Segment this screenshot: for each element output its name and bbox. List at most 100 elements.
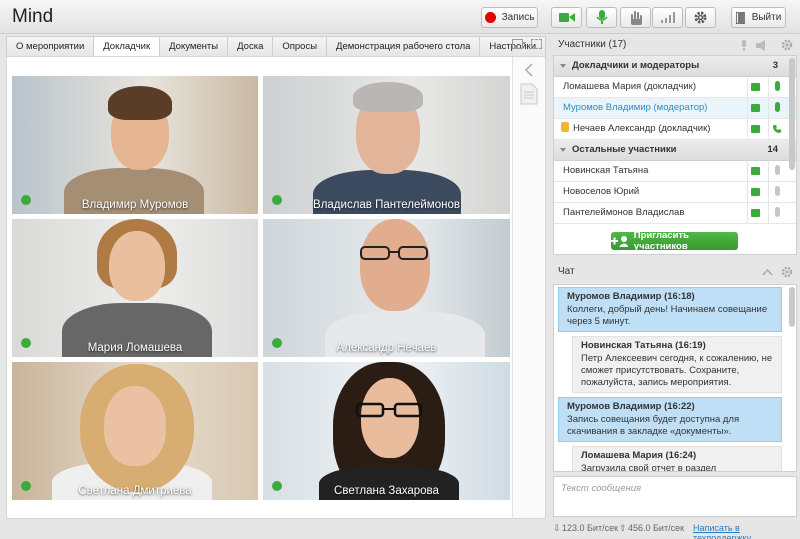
mute-all-microphone-icon[interactable] <box>740 40 748 51</box>
participants-scrollbar[interactable] <box>789 58 795 170</box>
status-bar: ⇩ 123.0 Бит/сек ⇧ 456.0 Бит/сек Написать… <box>0 519 800 539</box>
group-count: 3 <box>772 60 778 71</box>
microphone-muted-icon[interactable] <box>775 165 780 175</box>
settings-button[interactable] <box>685 7 716 28</box>
camera-icon <box>558 13 575 22</box>
chat-message: Муромов Владимир (16:18) Коллеги, добрый… <box>558 287 782 332</box>
group-header-speakers[interactable]: Докладчики и модераторы 3 <box>554 56 796 77</box>
chat-header: Чат <box>552 262 800 282</box>
chevron-up-icon[interactable] <box>762 268 773 276</box>
add-user-icon <box>611 235 628 247</box>
camera-icon[interactable] <box>751 167 760 175</box>
download-speed: 123.0 Бит/сек <box>562 523 619 533</box>
camera-icon[interactable] <box>751 83 760 91</box>
chat-message: Муромов Владимир (16:22) Запись совещани… <box>558 397 782 442</box>
microphone-icon[interactable] <box>775 81 780 91</box>
tab-bar: О мероприятии Докладчик Документы Доска … <box>6 36 547 57</box>
window-restore-icon[interactable] <box>512 39 523 49</box>
collapsed-side-panel <box>512 57 545 518</box>
document-icon[interactable] <box>520 83 538 105</box>
video-tile[interactable]: Александр Нечаев <box>263 219 510 357</box>
logout-button[interactable]: Выйти <box>731 7 786 28</box>
raise-hand-button[interactable] <box>620 7 651 28</box>
participant-row-name: Новинская Татьяна <box>563 165 649 176</box>
group-header-others[interactable]: Остальные участники 14 <box>554 140 796 161</box>
tab-speaker[interactable]: Докладчик <box>94 36 161 57</box>
chat-message-author: Муромов Владимир (16:22) <box>567 401 695 412</box>
microphone-toggle-button[interactable] <box>586 7 617 28</box>
invite-participants-button[interactable]: Пригласить участников <box>611 230 738 252</box>
chat-messages: Муромов Владимир (16:18) Коллеги, добрый… <box>553 284 797 472</box>
chat-message-input[interactable]: Текст сообщения <box>553 476 797 517</box>
camera-icon[interactable] <box>751 104 760 112</box>
chat-scrollbar[interactable] <box>789 287 795 327</box>
participants-title: Участники (17) <box>558 39 627 50</box>
collapse-triangle-icon <box>560 64 566 68</box>
chat-message-text: Запись совещания будет доступна для скач… <box>567 414 740 437</box>
signal-bars-icon <box>660 12 675 23</box>
top-bar: Mind Запись Выйти <box>0 0 800 34</box>
door-icon <box>735 11 745 24</box>
participant-row[interactable]: Ломашева Мария (докладчик) <box>554 77 796 98</box>
hand-icon <box>630 10 642 25</box>
camera-icon[interactable] <box>751 125 760 133</box>
group-label: Докладчики и модераторы <box>572 60 700 71</box>
phone-icon[interactable] <box>772 124 782 134</box>
fullscreen-icon[interactable] <box>531 39 542 49</box>
support-link[interactable]: Написать в техподдержку <box>693 523 800 539</box>
video-tile[interactable]: Мария Ломашева <box>12 219 258 357</box>
group-label: Остальные участники <box>572 144 677 155</box>
download-speed-icon: ⇩ <box>553 523 561 533</box>
chat-message-author: Ломашева Мария (16:24) <box>581 450 697 461</box>
tab-screen-share[interactable]: Демонстрация рабочего стола <box>327 36 481 56</box>
connection-quality-button[interactable] <box>652 7 683 28</box>
microphone-muted-icon[interactable] <box>775 186 780 196</box>
glasses-icon <box>355 402 423 418</box>
camera-toggle-button[interactable] <box>551 7 582 28</box>
tab-about[interactable]: О мероприятии <box>6 36 95 56</box>
gear-icon <box>694 11 707 24</box>
video-tile[interactable]: Владислав Пантелеймонов <box>263 76 510 214</box>
camera-icon[interactable] <box>751 188 760 196</box>
invite-label: Пригласить участников <box>633 230 689 252</box>
chat-title: Чат <box>558 266 575 277</box>
video-tile[interactable]: Светлана Захарова <box>263 362 510 500</box>
participants-list: Докладчики и модераторы 3 Ломашева Мария… <box>553 55 797 255</box>
participant-row-name: Ломашева Мария (докладчик) <box>563 81 696 92</box>
chevron-left-icon[interactable] <box>524 63 533 77</box>
participant-name: Александр Нечаев <box>336 342 437 354</box>
participants-settings-gear-icon[interactable] <box>781 39 793 51</box>
participant-row[interactable]: Муромов Владимир (модератор) <box>554 98 796 119</box>
microphone-icon[interactable] <box>775 102 780 112</box>
chat-message: Ломашева Мария (16:24) Загрузила свой от… <box>572 446 782 472</box>
app-logo: Mind <box>12 6 54 27</box>
participant-row[interactable]: Новинская Татьяна <box>554 161 796 182</box>
participant-row-name: Новоселов Юрий <box>563 186 640 197</box>
record-button[interactable]: Запись <box>481 7 538 28</box>
participant-name: Владимир Муромов <box>81 199 189 211</box>
participant-row[interactable]: Пантелеймонов Владислав <box>554 203 796 224</box>
participant-name: Светлана Дмитриева <box>78 485 192 497</box>
chat-message-text: Загрузила свой отчет в раздел «документы… <box>581 463 717 472</box>
tab-board[interactable]: Доска <box>228 36 274 56</box>
participant-name: Мария Ломашева <box>87 342 183 354</box>
logout-label: Выйти <box>751 12 782 23</box>
camera-icon[interactable] <box>751 209 760 217</box>
participant-row[interactable]: Нечаев Александр (докладчик) <box>554 119 796 140</box>
microphone-muted-icon[interactable] <box>775 207 780 217</box>
upload-speed: 456.0 Бит/сек <box>628 523 685 533</box>
video-tile[interactable]: Владимир Муромов <box>12 76 258 214</box>
chat-settings-gear-icon[interactable] <box>781 266 793 278</box>
microphone-icon <box>595 10 608 24</box>
tab-polls[interactable]: Опросы <box>273 36 328 56</box>
upload-speed-icon: ⇧ <box>619 523 627 533</box>
video-tile[interactable]: Светлана Дмитриева <box>12 362 258 500</box>
participant-name: Владислав Пантелеймонов <box>313 199 460 211</box>
participant-row[interactable]: Новоселов Юрий <box>554 182 796 203</box>
group-count: 14 <box>767 144 778 155</box>
chat-message-text: Коллеги, добрый день! Начинаем совещание… <box>567 304 768 327</box>
video-grid: Владимир Муромов Владислав Пантелеймонов… <box>6 56 546 519</box>
tab-documents[interactable]: Документы <box>160 36 229 56</box>
mute-all-speaker-icon[interactable] <box>756 40 766 51</box>
participant-row-name: Нечаев Александр (докладчик) <box>573 123 711 134</box>
